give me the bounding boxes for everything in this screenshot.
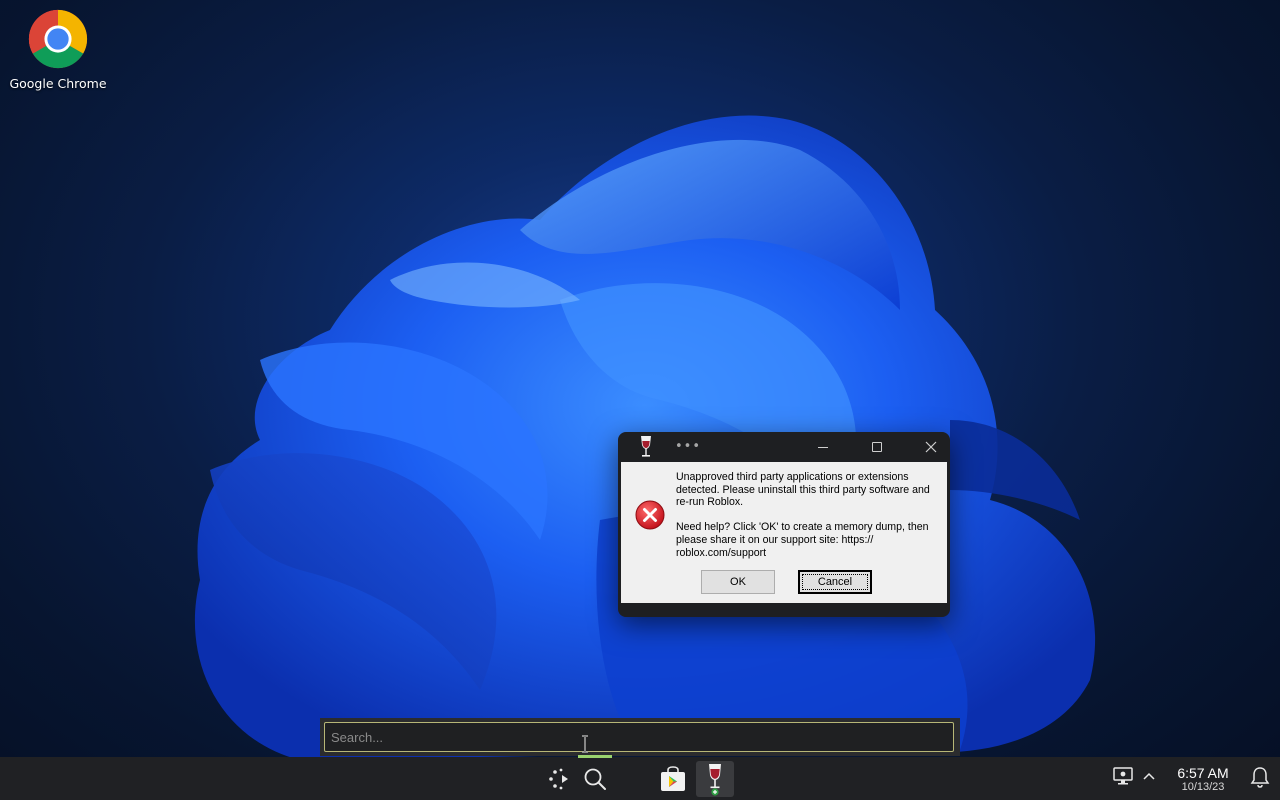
wallpaper-bloom [194,115,1096,760]
taskbar [0,757,1280,800]
close-icon [925,441,937,453]
wine-glass-icon [709,764,721,796]
search-icon [584,768,606,790]
dialog-titlebar[interactable]: ••• [618,432,950,462]
store-icon [661,766,685,791]
clock-date: 10/13/23 [1181,781,1225,793]
minimize-icon [818,446,828,448]
minimize-button[interactable] [800,435,846,459]
display-settings-icon[interactable] [1112,766,1134,786]
notifications-bell-icon[interactable] [1248,765,1272,789]
message-text-help: Need help? Click 'OK' to create a memory… [676,521,929,559]
ok-button[interactable]: OK [701,570,775,594]
taskbar-search-button[interactable] [578,761,612,797]
text-cursor-icon [582,735,588,753]
ok-button-label: OK [730,576,746,588]
cancel-button[interactable]: Cancel [798,570,872,594]
roblox-error-dialog: ••• Unapproved third party applications … [618,432,950,617]
error-icon [635,500,665,530]
title-menu-dots[interactable]: ••• [675,439,701,454]
maximize-button[interactable] [854,435,900,459]
desktop-icon-google-chrome[interactable]: Google Chrome [8,8,108,98]
dialog-message: Unapproved third party applications or e… [676,471,938,559]
clock-time: 6:57 AM [1177,765,1229,781]
active-app-indicator [578,755,612,758]
wine-glass-icon [641,436,651,457]
chrome-icon [28,9,88,69]
dialog-body: Unapproved third party applications or e… [621,462,947,603]
chevron-up-icon[interactable] [1142,770,1156,782]
launcher-icon [549,768,568,790]
message-text-primary: Unapproved third party applications or e… [676,471,930,509]
close-button[interactable] [908,435,954,459]
taskbar-clock[interactable]: 6:57 AM 10/13/23 [1166,765,1240,794]
desktop-icon-label: Google Chrome [9,76,107,91]
search-panel [320,718,960,756]
taskbar-store-button[interactable] [654,761,692,797]
search-input[interactable] [324,722,954,752]
taskbar-wine-button[interactable] [696,761,734,797]
focus-ring [802,574,868,590]
maximize-icon [872,442,882,452]
app-launcher-button[interactable] [541,761,577,797]
